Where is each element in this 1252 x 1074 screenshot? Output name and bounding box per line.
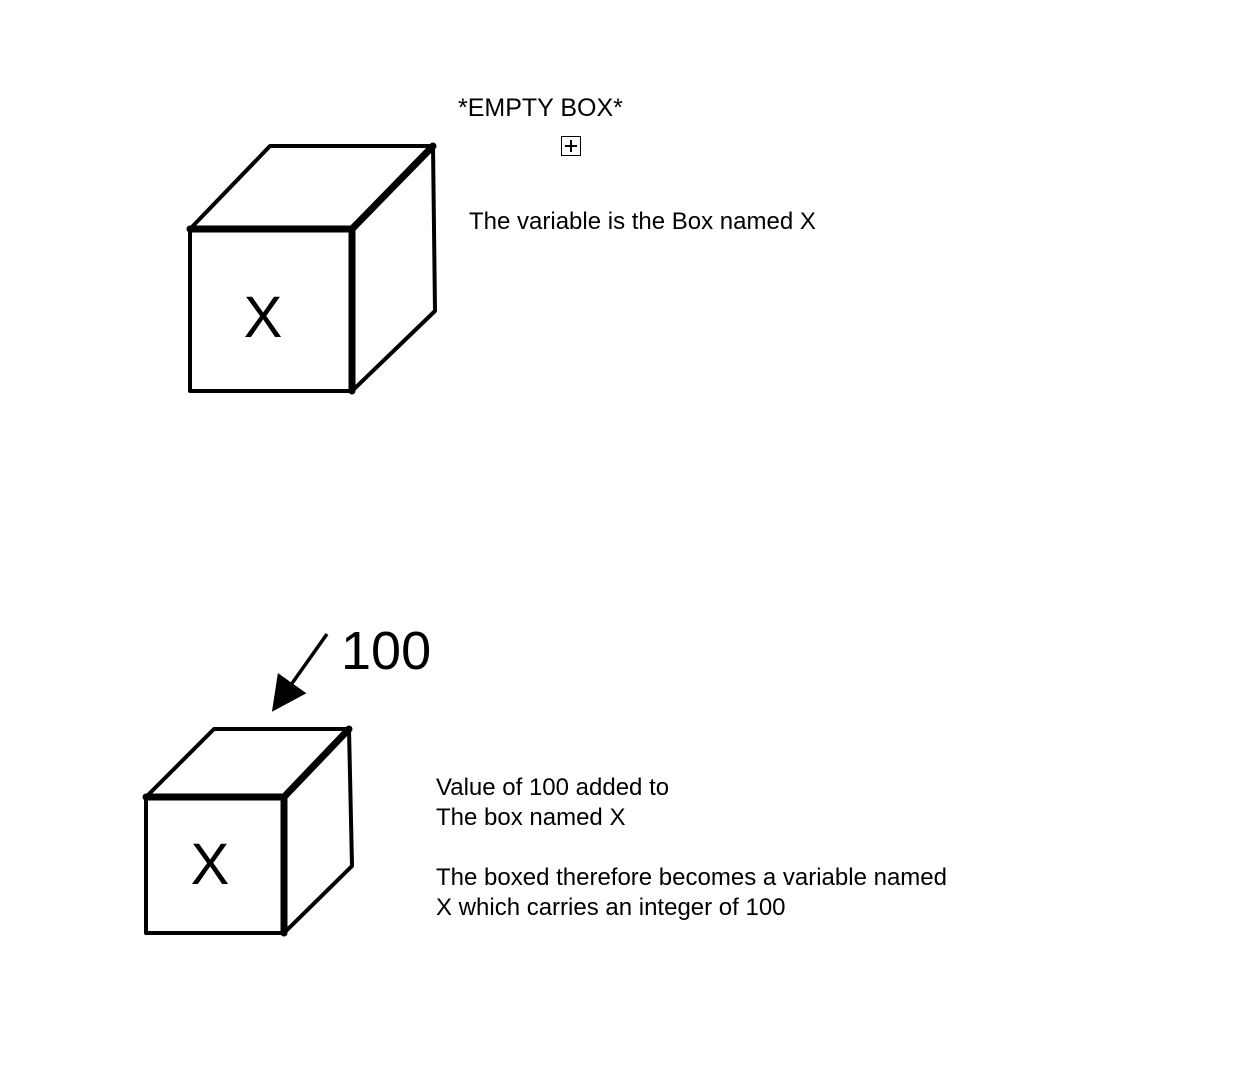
- bottom-caption-line: The boxed therefore becomes a variable n…: [436, 864, 947, 891]
- bottom-cube: [142, 725, 354, 937]
- bottom-caption-line: The box named X: [436, 804, 626, 831]
- value-arrow: [271, 632, 329, 712]
- expand-icon[interactable]: [561, 136, 581, 156]
- empty-box-title: *EMPTY BOX*: [458, 94, 623, 122]
- value-label: 100: [341, 621, 432, 681]
- bottom-cube-top-right-edge: [280, 725, 353, 801]
- bottom-cube-letter: X: [191, 832, 230, 897]
- top-cube: [186, 142, 437, 395]
- top-caption: The variable is the Box named X: [469, 208, 816, 235]
- bottom-caption-line: Value of 100 added to: [436, 774, 670, 801]
- bottom-caption-group-1: Value of 100 added to The box named X: [436, 773, 669, 833]
- top-cube-top-right-edge: [348, 142, 437, 233]
- top-cube-letter: X: [244, 285, 283, 350]
- bottom-caption-group-2: The boxed therefore becomes a variable n…: [436, 863, 947, 923]
- bottom-caption-line: X which carries an integer of 100: [436, 894, 786, 921]
